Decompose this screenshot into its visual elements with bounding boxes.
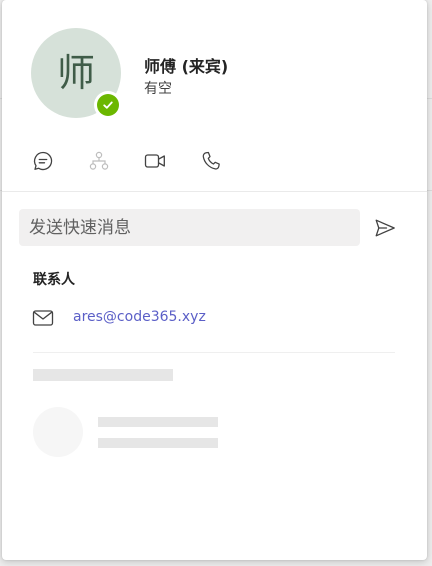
chat-icon xyxy=(33,151,53,171)
org-chart-icon xyxy=(89,151,109,170)
loading-skeleton-line xyxy=(98,417,218,427)
video-call-icon xyxy=(144,154,165,168)
section-divider xyxy=(2,191,427,192)
loading-skeleton-line xyxy=(98,438,218,448)
audio-call-button[interactable] xyxy=(198,148,224,174)
loading-skeleton-heading xyxy=(33,369,173,381)
avatar-initial: 师 xyxy=(56,51,95,95)
video-call-button[interactable] xyxy=(142,148,168,174)
profile-card: 师 师傅 (来宾) 有空 发送快速消息 联系人 ares@code365.xyz xyxy=(2,0,427,560)
check-icon xyxy=(97,94,119,116)
mail-icon xyxy=(32,310,54,326)
loading-skeleton-avatar xyxy=(33,407,83,457)
send-button[interactable] xyxy=(372,215,398,241)
email-link[interactable]: ares@code365.xyz xyxy=(73,309,206,325)
send-icon xyxy=(375,219,395,237)
contact-section-title: 联系人 xyxy=(33,272,75,288)
chat-button[interactable] xyxy=(30,148,56,174)
org-chart-button[interactable] xyxy=(86,148,112,174)
quick-message-input[interactable] xyxy=(19,209,360,246)
section-divider xyxy=(33,352,395,353)
presence-badge xyxy=(94,91,122,119)
contact-name: 师傅 (来宾) xyxy=(144,57,229,76)
presence-status: 有空 xyxy=(144,81,172,97)
phone-icon xyxy=(202,151,220,170)
